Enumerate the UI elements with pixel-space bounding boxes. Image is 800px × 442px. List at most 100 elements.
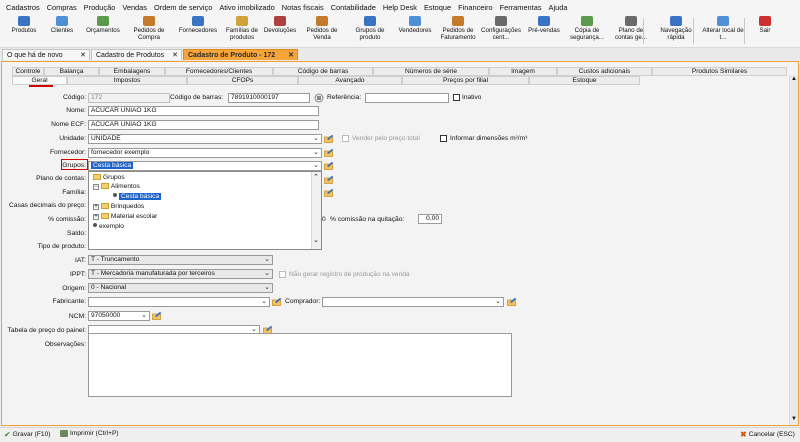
toolbar-button[interactable]: Devoluções: [262, 16, 298, 46]
barcode-generate-icon[interactable]: [314, 93, 324, 103]
scroll-up-icon[interactable]: ▲: [791, 76, 797, 82]
nome-field[interactable]: ACUCAR UNIAO 1KG: [88, 106, 319, 116]
menu-item[interactable]: Ordem de serviço: [154, 3, 212, 12]
menu-item[interactable]: Ativo imobilizado: [219, 3, 274, 12]
toolbar-button[interactable]: Sair: [750, 16, 780, 46]
inner-tab[interactable]: Controle: [12, 67, 44, 76]
expand-icon[interactable]: +: [93, 204, 99, 210]
tree-node-material-escolar[interactable]: + Material escolar: [93, 213, 157, 220]
toolbar-button[interactable]: Navegação rápida: [655, 16, 697, 46]
close-icon[interactable]: ✕: [80, 51, 86, 59]
inner-tab[interactable]: Estoque: [529, 76, 640, 85]
menu-item[interactable]: Produção: [84, 3, 116, 12]
menu-item[interactable]: Estoque: [424, 3, 451, 12]
imprimir-button[interactable]: Imprimir (Ctrl+P): [60, 430, 119, 437]
toolbar-button[interactable]: Fornecedores: [175, 16, 221, 46]
informar-dimensoes-checkbox[interactable]: [440, 135, 447, 142]
codigo-barras-field[interactable]: 7891910000197: [228, 93, 310, 103]
inner-tab[interactable]: Imagem: [489, 67, 557, 76]
toolbar-button[interactable]: Cópia de segurança...: [567, 16, 607, 46]
tree-node-exemplo[interactable]: exemplo: [93, 223, 124, 230]
edit-icon[interactable]: [272, 297, 282, 306]
tree-node-brinquedos[interactable]: + Brinquedos: [93, 203, 144, 210]
ippt-dropdown[interactable]: T - Mercadoria manufaturada por terceiro…: [88, 269, 273, 279]
grupos-dropdown[interactable]: Cesta básica ⌄: [88, 161, 322, 171]
inner-tab[interactable]: Balança: [44, 67, 99, 76]
inner-tab[interactable]: Preços por filial: [402, 76, 529, 85]
toolbar-button[interactable]: Produtos: [6, 16, 42, 46]
menu-item[interactable]: Vendas: [122, 3, 147, 12]
edit-icon[interactable]: [324, 148, 334, 157]
edit-icon[interactable]: [324, 175, 334, 184]
toolbar-button[interactable]: Grupos de produto: [346, 16, 394, 46]
tab-cadastro-de-produtos[interactable]: Cadastro de Produtos ✕: [91, 49, 182, 60]
inativo-checkbox[interactable]: [453, 94, 460, 101]
toolbar-button[interactable]: Pedidos de Venda: [300, 16, 344, 46]
vender-preco-total-checkbox[interactable]: [342, 135, 349, 142]
menu-item[interactable]: Cadastros: [6, 3, 40, 12]
toolbar-button[interactable]: Configurações cent...: [479, 16, 523, 46]
observacoes-textarea[interactable]: [88, 333, 512, 397]
close-icon[interactable]: ✕: [172, 51, 178, 59]
origem-dropdown[interactable]: 0 - Nacional ⌄: [88, 283, 273, 293]
toolbar-button[interactable]: Pedidos de Compra: [128, 16, 170, 46]
toolbar-button[interactable]: Pré-vendas: [524, 16, 564, 46]
close-icon[interactable]: ✕: [288, 51, 294, 59]
inner-tab[interactable]: Impostos: [67, 76, 187, 85]
inner-tab[interactable]: Custos adicionais: [557, 67, 652, 76]
edit-icon[interactable]: [324, 188, 334, 197]
expand-icon[interactable]: +: [93, 214, 99, 220]
scroll-down-icon[interactable]: ▼: [791, 416, 797, 422]
menu-item[interactable]: Compras: [47, 3, 77, 12]
inner-tab[interactable]: Produtos Similares: [652, 67, 787, 76]
collapse-icon[interactable]: −: [93, 184, 99, 190]
menu-item[interactable]: Ferramentas: [500, 3, 542, 12]
tree-scrollbar[interactable]: ⌃ ⌄: [311, 172, 321, 249]
toolbar-button[interactable]: Alterar local de t...: [701, 16, 745, 46]
toolbar-button[interactable]: Clientes: [45, 16, 79, 46]
referencia-field[interactable]: [365, 93, 449, 103]
menu-item[interactable]: Ajuda: [549, 3, 568, 12]
inner-tab[interactable]: CFOPs: [187, 76, 298, 85]
inner-tab[interactable]: Avançado: [298, 76, 402, 85]
edit-icon[interactable]: [324, 134, 334, 143]
inner-tab[interactable]: Embalagens: [99, 67, 165, 76]
toolbar-button[interactable]: Pedidos de Faturamento: [437, 16, 479, 46]
tree-node-alimentos[interactable]: − Alimentos: [93, 183, 140, 190]
fornecedor-dropdown[interactable]: fornecedor exemplo ⌄: [88, 148, 322, 158]
nome-ecf-field[interactable]: ACUCAR UNIAO 1KG: [88, 120, 319, 130]
edit-icon[interactable]: [152, 311, 162, 320]
tree-node-cesta-basica[interactable]: Cesta básica: [113, 193, 162, 200]
tree-node-grupos[interactable]: Grupos: [93, 174, 125, 181]
inner-tab[interactable]: Fornecedores/Clientes: [165, 67, 273, 76]
toolbar-button[interactable]: Orçamentos: [81, 16, 125, 46]
unidade-dropdown[interactable]: UNIDADE ⌄: [88, 134, 322, 144]
toolbar-button[interactable]: Vendedores: [396, 16, 434, 46]
scroll-down-icon[interactable]: ⌄: [313, 236, 319, 244]
menu-item[interactable]: Contabilidade: [331, 3, 376, 12]
edit-icon[interactable]: [507, 297, 517, 306]
comprador-dropdown[interactable]: ⌄: [322, 297, 504, 307]
ncm-dropdown[interactable]: 97050000 ⌄: [88, 311, 150, 321]
toolbar-button[interactable]: Plano de contas ge...: [611, 16, 651, 46]
cancelar-button[interactable]: ✖ Cancelar (ESC): [740, 430, 795, 439]
tabela-preco-label: Tabela de preço do painel:: [7, 327, 86, 334]
tab-o-que-ha-de-novo[interactable]: O que há de novo ✕: [2, 49, 90, 60]
comissao-quitacao-field[interactable]: 0,00: [418, 214, 442, 224]
menu-item[interactable]: Financeiro: [458, 3, 493, 12]
inner-tab[interactable]: Números de série: [373, 67, 489, 76]
grupos-tree-popup[interactable]: Grupos − Alimentos Cesta básica + Brinqu…: [88, 171, 322, 250]
iat-dropdown[interactable]: T - Truncamento ⌄: [88, 255, 273, 265]
gravar-button[interactable]: ✔ Gravar (F10): [4, 430, 50, 439]
nao-gerar-registro-checkbox[interactable]: [279, 271, 286, 278]
menu-item[interactable]: Notas fiscais: [282, 3, 324, 12]
tab-cadastro-de-produto-172[interactable]: Cadastro de Produto - 172 ✕: [183, 49, 298, 60]
toolbar-button[interactable]: Famílias de produtos: [222, 16, 262, 46]
edit-icon[interactable]: [324, 161, 334, 170]
fabricante-dropdown[interactable]: ⌄: [88, 297, 270, 307]
form-scrollbar[interactable]: ▲ ▼: [789, 75, 798, 425]
menu-item[interactable]: Help Desk: [383, 3, 417, 12]
inner-tab[interactable]: Geral: [12, 76, 67, 85]
inner-tab[interactable]: Código de barras: [273, 67, 373, 76]
scroll-up-icon[interactable]: ⌃: [313, 173, 319, 181]
